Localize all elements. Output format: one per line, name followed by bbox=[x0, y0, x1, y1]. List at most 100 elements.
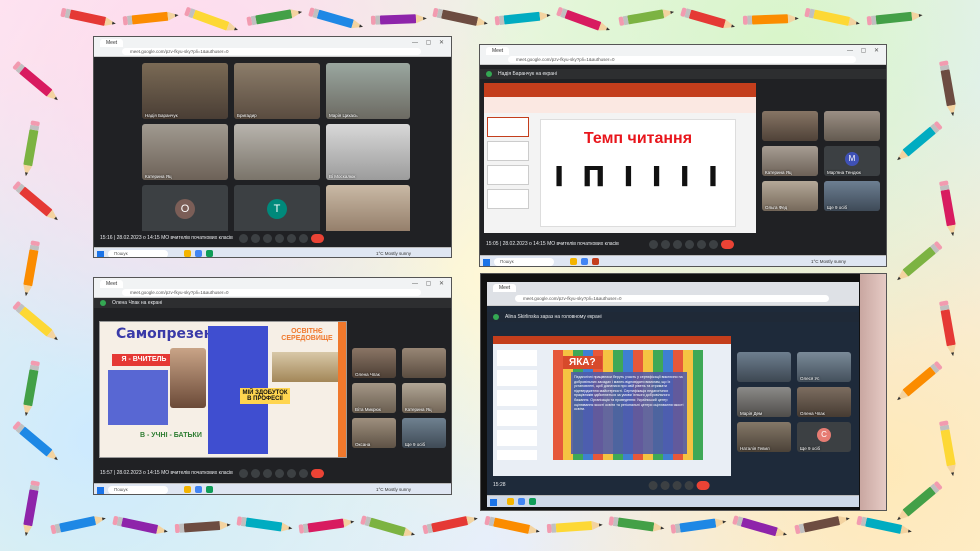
camera-icon[interactable] bbox=[250, 469, 260, 478]
start-icon[interactable] bbox=[490, 499, 497, 506]
camera-icon[interactable] bbox=[250, 234, 260, 243]
more-icon[interactable] bbox=[684, 481, 694, 490]
camera-icon[interactable] bbox=[661, 240, 670, 249]
mic-icon[interactable] bbox=[649, 240, 658, 249]
present-icon[interactable] bbox=[286, 469, 296, 478]
participant-tile[interactable]: Оксана bbox=[352, 418, 396, 448]
start-icon[interactable] bbox=[97, 487, 104, 494]
mic-icon[interactable] bbox=[648, 481, 658, 490]
participant-tile[interactable]: Ще 9 осіб bbox=[824, 181, 880, 211]
background-curtain bbox=[860, 274, 886, 510]
start-icon[interactable] bbox=[97, 251, 104, 257]
pencil-decoration bbox=[174, 520, 231, 534]
meet-controls: 15:57 | 28.02.2023 о 14:15 МО вчителів п… bbox=[94, 466, 451, 482]
participant-tile[interactable]: Олеся Ус bbox=[797, 352, 851, 382]
weather-widget[interactable]: 1°C Mostly sunny bbox=[376, 487, 411, 492]
raise-hand-icon[interactable] bbox=[274, 234, 284, 243]
pencil-decoration bbox=[12, 180, 61, 224]
pencil-decoration bbox=[184, 6, 240, 35]
participant-tile[interactable]: Ще 9 осіб bbox=[402, 418, 446, 448]
present-icon[interactable] bbox=[672, 481, 682, 490]
present-icon[interactable] bbox=[286, 234, 296, 243]
participant-tile[interactable]: Катерина Яц bbox=[142, 124, 228, 180]
meeting-time-title: 15:16 | 28.02.2023 о 14:15 МО вчителів п… bbox=[100, 235, 233, 241]
taskbar-search[interactable]: Пошук bbox=[494, 258, 554, 266]
raise-hand-icon[interactable] bbox=[274, 469, 284, 478]
captions-icon[interactable] bbox=[673, 240, 682, 249]
captions-icon[interactable] bbox=[262, 234, 272, 243]
captions-icon[interactable] bbox=[262, 469, 272, 478]
pencil-decoration bbox=[670, 517, 727, 534]
participant-tile[interactable] bbox=[402, 348, 446, 378]
browser-tab[interactable]: Meet bbox=[486, 47, 510, 55]
browser-tab[interactable]: Meet bbox=[100, 39, 124, 47]
panel-title: ОСВІТНЄ СЕРЕДОВИЩЕ bbox=[281, 328, 333, 342]
participant-tile[interactable] bbox=[234, 124, 320, 180]
window-controls-icon[interactable]: — ▢ ✕ bbox=[412, 39, 447, 46]
participant-tile[interactable]: Олена Чпак bbox=[352, 348, 396, 378]
end-call-button[interactable] bbox=[310, 234, 324, 243]
participant-tile[interactable]: Ві Москалюк bbox=[326, 124, 410, 180]
window-controls-icon[interactable]: — ▢ ✕ bbox=[412, 280, 447, 287]
participant-tile[interactable] bbox=[824, 111, 880, 141]
laptop-screen: Meet meet.google.com/pzv-fkyu-sky?pli=1&… bbox=[487, 282, 859, 507]
taskbar-search[interactable]: Пошук bbox=[108, 250, 168, 257]
browser-tab[interactable]: Meet bbox=[493, 284, 517, 292]
pencil-decoration bbox=[866, 10, 924, 26]
participant-tile[interactable] bbox=[762, 111, 818, 141]
teacher-photo bbox=[170, 348, 206, 408]
present-icon[interactable] bbox=[697, 240, 706, 249]
pencil-decoration bbox=[122, 10, 180, 26]
end-call-button[interactable] bbox=[696, 481, 710, 490]
more-icon[interactable] bbox=[298, 234, 308, 243]
participant-tile[interactable]: Наталія Гевил bbox=[737, 422, 791, 452]
participant-tile[interactable]: Марія Дем bbox=[737, 387, 791, 417]
pencil-decoration bbox=[856, 515, 913, 537]
address-bar[interactable]: meet.google.com/pzv-fkyu-sky?pli=1&authu… bbox=[122, 289, 421, 296]
address-bar[interactable]: meet.google.com/pzv-fkyu-sky?pli=1&authu… bbox=[122, 48, 421, 55]
start-icon[interactable] bbox=[483, 259, 490, 266]
end-call-button[interactable] bbox=[310, 469, 324, 478]
participant-tile[interactable]: Олена Чпак bbox=[797, 387, 851, 417]
participant-tile[interactable] bbox=[737, 352, 791, 382]
more-icon[interactable] bbox=[709, 240, 718, 249]
pencil-decoration bbox=[732, 515, 789, 540]
meet-controls: 15:05 | 28.02.2023 о 14:15 МО вчителів п… bbox=[480, 237, 886, 253]
participant-tile[interactable]: Катерина Яц bbox=[762, 146, 818, 176]
participant-tile[interactable]: Марія Цихась bbox=[326, 63, 410, 119]
weather-widget[interactable]: 1°C Mostly sunny bbox=[376, 251, 411, 256]
raise-hand-icon[interactable] bbox=[685, 240, 694, 249]
meet-controls: 15:28 bbox=[487, 478, 859, 494]
windows-taskbar: Пошук 1°C Mostly sunny bbox=[480, 255, 886, 266]
browser-chrome: Meet meet.google.com/pzv-fkyu-sky?pli=1&… bbox=[487, 282, 859, 306]
end-call-button[interactable] bbox=[721, 240, 734, 249]
address-bar[interactable]: meet.google.com/pzv-fkyu-sky?pli=1&authu… bbox=[515, 295, 829, 302]
windows-taskbar: Пошук 1°C Mostly sunny bbox=[94, 483, 451, 494]
participant-tile[interactable]: М Мар'яна Тендюк bbox=[824, 146, 880, 176]
participant-tile[interactable]: Надія Баранчук bbox=[142, 63, 228, 119]
presenter-banner: Надія Баранчук на екрані bbox=[480, 69, 886, 79]
address-bar[interactable]: meet.google.com/pzv-fkyu-sky?pli=1&authu… bbox=[508, 56, 856, 63]
slide-canvas: ЯКА? Педагогічні працівники беруть участ… bbox=[553, 350, 703, 460]
mic-icon[interactable] bbox=[238, 234, 248, 243]
weather-widget[interactable]: 1°C Mostly sunny bbox=[811, 259, 846, 264]
participant-tile[interactable]: Катерина Яц bbox=[402, 383, 446, 413]
pencil-decoration bbox=[494, 10, 552, 26]
more-icon[interactable] bbox=[298, 469, 308, 478]
participant-tile[interactable]: С Ще 9 осіб bbox=[797, 422, 851, 452]
taskbar-search[interactable]: Пошук bbox=[108, 486, 168, 494]
classroom-photo bbox=[272, 352, 342, 382]
participant-tile[interactable]: Віта Микрюк bbox=[352, 383, 396, 413]
window-controls-icon[interactable]: — ▢ ✕ bbox=[847, 47, 882, 54]
mic-icon[interactable] bbox=[238, 469, 248, 478]
camera-icon[interactable] bbox=[660, 481, 670, 490]
browser-chrome: Meet meet.google.com/pzv-fkyu-sky?pli=1&… bbox=[94, 37, 451, 57]
slide-glyph: I П I I I I bbox=[553, 160, 723, 193]
browser-tab[interactable]: Meet bbox=[100, 280, 124, 288]
screenshot-certification-slide: Meet meet.google.com/pzv-fkyu-sky?pli=1&… bbox=[480, 273, 887, 511]
pencil-decoration bbox=[742, 13, 799, 25]
orange-frame bbox=[338, 322, 346, 457]
participant-tile[interactable]: Бригадир bbox=[234, 63, 320, 119]
participant-tile[interactable]: Ольга Фед bbox=[762, 181, 818, 211]
pencil-decoration bbox=[939, 180, 958, 237]
